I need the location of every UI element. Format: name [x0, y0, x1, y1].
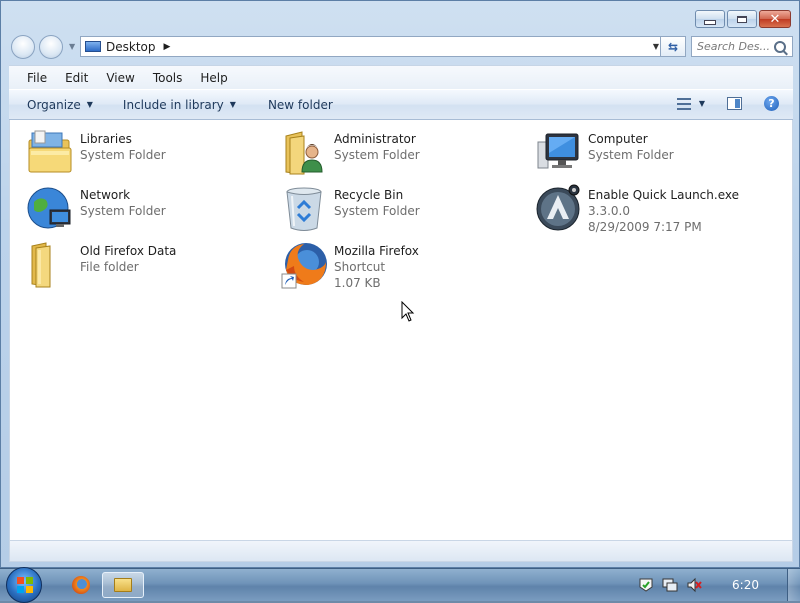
item-date: 8/29/2009 7:17 PM [588, 220, 702, 234]
volume-muted-icon[interactable] [686, 577, 702, 593]
chevron-down-icon: ▼ [229, 100, 236, 109]
windows-logo-icon [17, 577, 33, 593]
taskbar-firefox-button[interactable] [60, 572, 102, 598]
item-type: System Folder [80, 204, 166, 218]
search-icon[interactable] [774, 40, 786, 53]
menu-bar: File Edit View Tools Help [9, 65, 793, 89]
menu-file[interactable]: File [27, 71, 47, 85]
computer-icon [534, 128, 584, 178]
folder-icon [26, 240, 76, 290]
item-size: 1.07 KB [334, 276, 381, 290]
action-center-icon[interactable] [638, 577, 654, 593]
item-type: System Folder [588, 148, 674, 162]
command-bar: Organize ▼ Include in library ▼ New fold… [9, 89, 793, 120]
list-item[interactable]: Network System Folder [26, 184, 166, 236]
firefox-shortcut-icon [280, 240, 330, 290]
list-item[interactable]: Administrator System Folder [280, 128, 420, 180]
refresh-icon: ⇆ [667, 39, 679, 54]
address-bar[interactable]: Desktop ▶ ▼ [80, 36, 668, 57]
taskbar: 6:20 [0, 567, 800, 603]
clock[interactable]: 6:20 [732, 578, 759, 592]
taskbar-explorer-button[interactable] [102, 572, 144, 598]
list-item[interactable]: Enable Quick Launch.exe 3.3.0.0 8/29/200… [534, 184, 739, 236]
organize-label: Organize [27, 97, 81, 112]
item-type: Shortcut [334, 260, 386, 274]
address-dropdown-icon[interactable]: ▼ [653, 42, 659, 51]
help-icon[interactable]: ? [764, 96, 779, 111]
network-status-icon[interactable] [662, 577, 678, 593]
show-desktop-button[interactable] [787, 569, 800, 601]
address-text: Desktop [106, 39, 156, 54]
maximize-button[interactable] [727, 10, 757, 28]
list-item[interactable]: Recycle Bin System Folder [280, 184, 420, 236]
user-folder-icon [280, 128, 330, 178]
minimize-button[interactable] [695, 10, 725, 28]
item-type: System Folder [334, 204, 420, 218]
menu-help[interactable]: Help [200, 71, 227, 85]
menu-tools[interactable]: Tools [153, 71, 183, 85]
list-item[interactable]: Computer System Folder [534, 128, 674, 180]
search-input[interactable] [697, 40, 771, 53]
desktop-icon [85, 41, 101, 52]
organize-button[interactable]: Organize ▼ [27, 98, 93, 112]
item-name: Recycle Bin [334, 188, 404, 202]
back-button[interactable] [11, 35, 35, 59]
item-name: Mozilla Firefox [334, 244, 419, 258]
new-folder-button[interactable]: New folder [268, 98, 333, 112]
item-version: 3.3.0.0 [588, 204, 630, 218]
forward-button[interactable] [39, 35, 63, 59]
app-icon [534, 184, 584, 234]
explorer-window: ✕ ▼ Desktop ▶ ▼ ⇆ File Edit View Tools H… [0, 0, 800, 568]
item-name: Old Firefox Data [80, 244, 177, 258]
close-icon: ✕ [769, 11, 781, 27]
network-icon [26, 184, 76, 234]
libraries-icon [26, 128, 76, 178]
notification-area: 6:20 [638, 569, 800, 601]
chevron-down-icon: ▼ [86, 100, 93, 109]
explorer-icon [114, 578, 132, 592]
change-view-icon[interactable] [676, 97, 691, 110]
include-in-library-button[interactable]: Include in library ▼ [123, 98, 236, 112]
item-name: Computer [588, 132, 648, 146]
close-button[interactable]: ✕ [759, 10, 791, 28]
item-name: Administrator [334, 132, 416, 146]
new-folder-label: New folder [267, 97, 333, 112]
item-type: File folder [80, 260, 139, 274]
search-box[interactable] [691, 36, 793, 57]
recycle-bin-icon [280, 184, 330, 234]
list-item[interactable]: Mozilla Firefox Shortcut 1.07 KB [280, 240, 419, 292]
list-item[interactable]: Old Firefox Data File folder [26, 240, 176, 292]
menu-edit[interactable]: Edit [65, 71, 88, 85]
item-type: System Folder [80, 148, 166, 162]
recent-pages-dropdown[interactable]: ▼ [69, 42, 77, 51]
view-dropdown-icon[interactable]: ▼ [699, 99, 705, 108]
item-name: Network [80, 188, 131, 202]
list-item[interactable]: Libraries System Folder [26, 128, 166, 180]
refresh-button[interactable]: ⇆ [660, 36, 686, 57]
preview-pane-icon[interactable] [727, 97, 742, 110]
firefox-icon [72, 576, 90, 594]
breadcrumb-arrow-icon[interactable]: ▶ [164, 42, 171, 52]
file-list: Libraries System Folder Administrator Sy… [9, 120, 793, 540]
item-name: Libraries [80, 132, 132, 146]
status-bar [9, 540, 793, 562]
view-controls: ▼ ? [676, 96, 779, 111]
menu-view[interactable]: View [106, 71, 134, 85]
item-type: System Folder [334, 148, 420, 162]
item-name: Enable Quick Launch.exe [588, 188, 739, 202]
start-button[interactable] [6, 567, 42, 603]
navigation-bar: ▼ Desktop ▶ ▼ ⇆ [9, 34, 793, 62]
window-controls: ✕ [693, 10, 791, 28]
mouse-cursor-icon [401, 301, 415, 322]
include-label: Include in library [122, 97, 224, 112]
